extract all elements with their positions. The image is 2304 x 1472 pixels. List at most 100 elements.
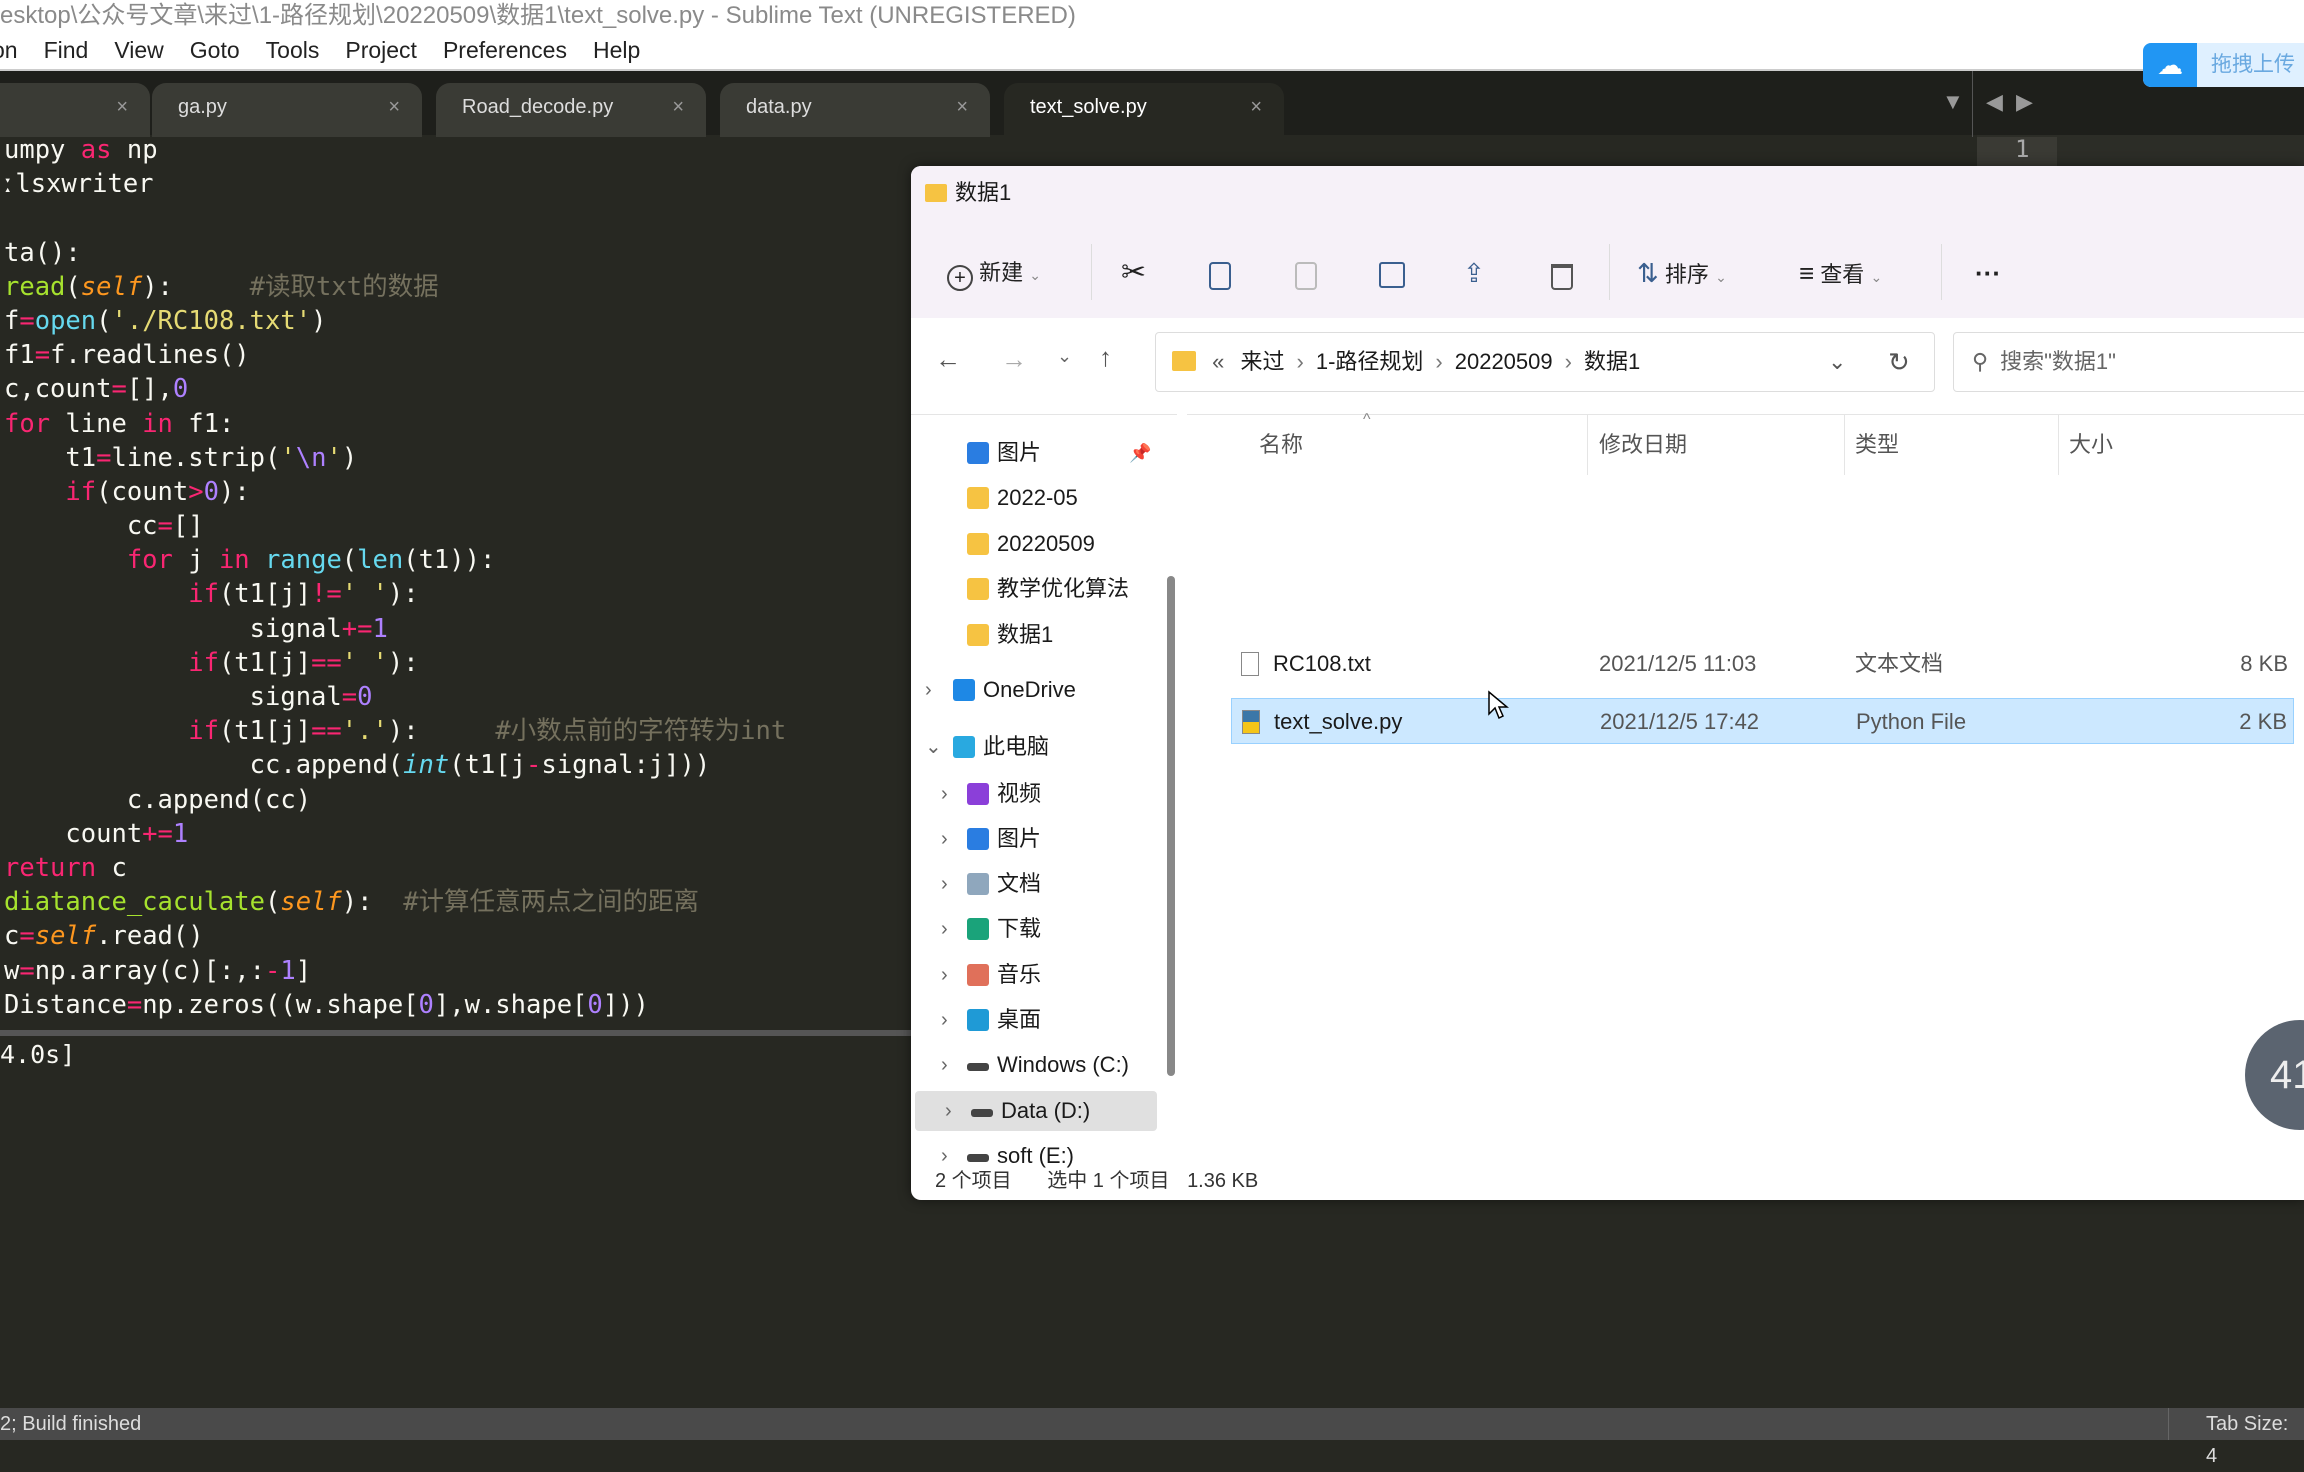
- tab-dropdown-icon[interactable]: ▼: [1942, 89, 1964, 115]
- menu-tools[interactable]: Tools: [266, 32, 320, 69]
- item-count: 2 个项目: [935, 1170, 1012, 1192]
- code-token: =: [341, 682, 358, 712]
- code-token: (: [65, 271, 81, 302]
- drive-icon: [967, 1063, 989, 1071]
- breadcrumb-item[interactable]: 20220509: [1455, 349, 1553, 374]
- code-token: =: [19, 305, 35, 336]
- paste-icon[interactable]: [1295, 262, 1317, 290]
- nav-item[interactable]: › Windows (C:): [911, 1045, 1157, 1085]
- file-row[interactable]: RC108.txt 2021/12/5 11:03 文本文档 8 KB: [1231, 641, 2294, 687]
- close-icon[interactable]: ×: [1250, 83, 1262, 131]
- expand-chevron-icon[interactable]: ›: [941, 909, 948, 949]
- code-token: umpy: [4, 135, 81, 165]
- code-token: ):: [387, 647, 419, 678]
- search-input[interactable]: ⚲ 搜索"数据1": [1953, 332, 2304, 392]
- tab-next-icon[interactable]: ▶: [2016, 89, 2033, 115]
- nav-item[interactable]: › 文档: [911, 864, 1157, 904]
- chevron-down-icon: ⌄: [1029, 267, 1041, 283]
- expand-chevron-icon[interactable]: ›: [941, 864, 948, 904]
- code-token: c.append(cc): [4, 784, 312, 815]
- file-row[interactable]: text_solve.py 2021/12/5 17:42 Python Fil…: [1231, 698, 2294, 744]
- menu-find[interactable]: Find: [44, 32, 89, 69]
- nav-item[interactable]: › 下载: [911, 909, 1157, 949]
- nav-item[interactable]: › OneDrive: [911, 670, 1157, 710]
- close-icon[interactable]: ×: [388, 83, 400, 131]
- column-type[interactable]: 类型: [1855, 425, 1899, 465]
- tab-size[interactable]: Tab Size: 4: [2206, 1408, 2304, 1472]
- rename-icon[interactable]: [1379, 262, 1405, 288]
- pin-icon[interactable]: 📌: [1129, 433, 1151, 473]
- menu-project[interactable]: Project: [345, 32, 417, 69]
- sort-button[interactable]: ⇅ 排序 ⌄: [1637, 248, 1727, 298]
- column-name[interactable]: 名称: [1259, 425, 1303, 465]
- code-token: cc.append(: [4, 750, 404, 781]
- expand-chevron-icon[interactable]: ›: [941, 774, 948, 814]
- copy-icon[interactable]: [1209, 262, 1231, 290]
- share-icon[interactable]: ⇪: [1463, 248, 1485, 298]
- nav-item[interactable]: 图片 📌: [911, 433, 1157, 473]
- address-dropdown-icon[interactable]: ⌄: [1828, 333, 1846, 391]
- new-button[interactable]: + 新建 ⌄: [947, 248, 1041, 298]
- nav-item[interactable]: › Data (D:): [915, 1091, 1157, 1131]
- code-token: =: [19, 955, 35, 986]
- sort-icon: ⇅: [1637, 258, 1659, 288]
- tab-ga-py[interactable]: ga.py ×: [152, 83, 422, 137]
- expand-chevron-icon[interactable]: ›: [941, 955, 948, 995]
- menu-help[interactable]: Help: [593, 32, 640, 69]
- breadcrumb-item[interactable]: 数据1: [1584, 349, 1640, 374]
- expand-chevron-icon[interactable]: ›: [941, 1045, 948, 1085]
- forward-icon[interactable]: →: [1001, 344, 1027, 375]
- back-icon[interactable]: ←: [935, 344, 961, 375]
- column-date[interactable]: 修改日期: [1599, 425, 1687, 465]
- nav-item[interactable]: › 桌面: [911, 1000, 1157, 1040]
- nav-item[interactable]: › 图片: [911, 819, 1157, 859]
- expand-chevron-icon[interactable]: ⌄: [925, 727, 942, 767]
- breadcrumb-item[interactable]: 1-路径规划: [1316, 349, 1424, 374]
- menu-selection[interactable]: on: [0, 32, 18, 69]
- close-icon[interactable]: ×: [956, 83, 968, 131]
- menu-view[interactable]: View: [114, 32, 163, 69]
- nav-item[interactable]: › 音乐: [911, 955, 1157, 995]
- nav-item-label: 视频: [997, 781, 1042, 806]
- up-icon[interactable]: ↑: [1099, 342, 1112, 373]
- overflow-icon[interactable]: «: [1212, 349, 1224, 374]
- menu-goto[interactable]: Goto: [190, 32, 240, 69]
- code-token: ])): [602, 989, 649, 1020]
- more-button[interactable]: ···: [1975, 248, 2001, 298]
- nav-item[interactable]: ⌄ 此电脑: [911, 727, 1157, 767]
- code-token: j: [172, 545, 219, 576]
- divider: [2168, 1408, 2169, 1440]
- expand-chevron-icon[interactable]: ›: [941, 819, 948, 859]
- menu-preferences[interactable]: Preferences: [443, 32, 567, 69]
- tab-prev-icon[interactable]: ◀: [1986, 89, 2003, 115]
- nav-item-label: 数据1: [997, 622, 1054, 647]
- view-button[interactable]: ≡ 查看 ⌄: [1799, 248, 1882, 298]
- tab-hidden[interactable]: ×: [0, 83, 150, 137]
- breadcrumb-item[interactable]: 来过: [1241, 349, 1285, 374]
- recent-chevron-icon[interactable]: ⌄: [1057, 346, 1072, 367]
- cut-icon[interactable]: ✂: [1121, 248, 1146, 298]
- address-bar[interactable]: « 来过 › 1-路径规划 › 20220509 › 数据1 ⌄ ↻: [1155, 332, 1935, 392]
- tab-data-py[interactable]: data.py ×: [720, 83, 990, 137]
- nav-item[interactable]: › 视频: [911, 774, 1157, 814]
- file-size: 2 KB: [2239, 709, 2287, 734]
- nav-item[interactable]: 教学优化算法: [911, 569, 1157, 609]
- tab-text-solve-py[interactable]: text_solve.py ×: [1004, 83, 1284, 137]
- nav-scrollbar[interactable]: [1167, 576, 1175, 1076]
- expand-chevron-icon[interactable]: ›: [945, 1091, 952, 1131]
- expand-chevron-icon[interactable]: ›: [941, 1000, 948, 1040]
- close-icon[interactable]: ×: [116, 83, 128, 131]
- nav-item-label: 教学优化算法: [997, 576, 1130, 601]
- refresh-icon[interactable]: ↻: [1888, 333, 1910, 391]
- this-pc-icon: [953, 736, 975, 758]
- code-token: 0: [203, 476, 219, 507]
- nav-item[interactable]: 数据1: [911, 615, 1157, 655]
- column-size[interactable]: 大小: [2069, 425, 2113, 465]
- tab-road-decode-py[interactable]: Road_decode.py ×: [436, 83, 706, 137]
- delete-icon[interactable]: [1551, 264, 1573, 290]
- close-icon[interactable]: ×: [672, 83, 684, 131]
- expand-chevron-icon[interactable]: ›: [925, 670, 932, 710]
- baidu-upload-widget[interactable]: ☁ 拖拽上传: [2143, 43, 2304, 87]
- nav-item[interactable]: 20220509: [911, 524, 1157, 564]
- nav-item[interactable]: 2022-05: [911, 478, 1157, 518]
